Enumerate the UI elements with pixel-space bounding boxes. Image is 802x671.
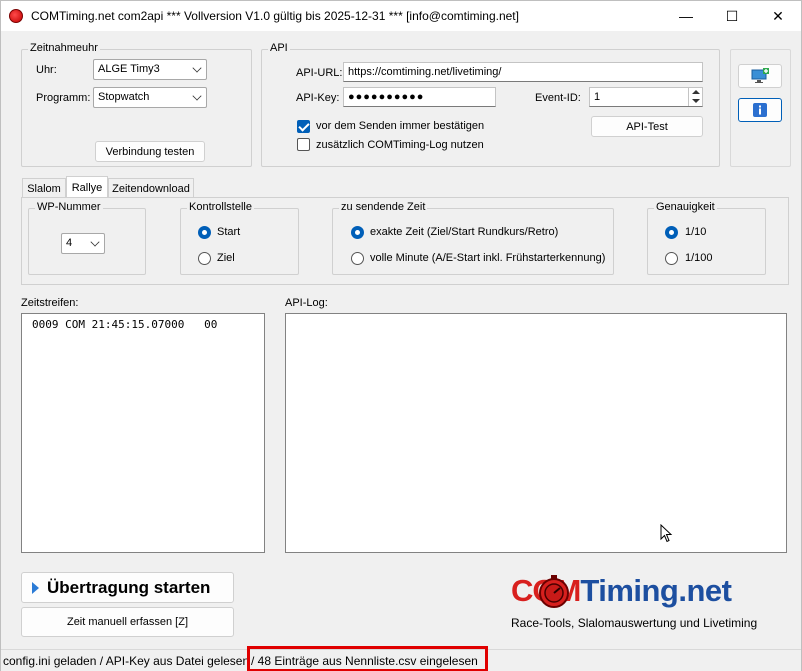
programm-select-value: Stopwatch — [98, 91, 150, 103]
genau-tenth-label: 1/10 — [685, 226, 707, 238]
genauigkeit-group: Genauigkeit — [647, 201, 766, 275]
programm-label: Programm: — [36, 92, 91, 104]
genau-hundredth-radio[interactable] — [665, 252, 678, 265]
kontrollstelle-group: Kontrollstelle — [180, 201, 299, 275]
zeit-manuell-button[interactable]: Zeit manuell erfassen [Z] — [21, 607, 234, 637]
maximize-button[interactable]: ☐ — [709, 1, 755, 31]
stopwatch-logo-icon — [539, 575, 569, 608]
zeit-exakt-radio[interactable] — [351, 226, 364, 239]
genau-tenth-radio[interactable] — [665, 226, 678, 239]
event-id-spinner[interactable] — [688, 88, 702, 106]
mouse-cursor-icon — [660, 524, 673, 543]
apilog-label: API-Log: — [285, 297, 328, 309]
app-window: COMTiming.net com2api *** Vollversion V1… — [0, 0, 802, 671]
apilog-list[interactable] — [285, 313, 787, 553]
programm-select[interactable]: Stopwatch — [93, 87, 207, 108]
zeit-minute-label: volle Minute (A/E-Start inkl. Frühstarte… — [370, 252, 606, 264]
chevron-down-icon — [192, 63, 202, 73]
maximize-icon: ☐ — [725, 7, 739, 24]
log-label: zusätzlich COMTiming-Log nutzen — [316, 139, 484, 151]
title-bar: COMTiming.net com2api *** Vollversion V1… — [1, 1, 801, 31]
uebertragung-starten-label: Übertragung starten — [47, 577, 211, 597]
minimize-button[interactable]: — — [663, 1, 709, 31]
tab-zeitendownload-label: Zeitendownload — [112, 182, 190, 195]
zeitstreifen-list[interactable]: 0009 COM 21:45:15.07000 00 — [21, 313, 265, 553]
info-icon — [753, 103, 767, 117]
kontroll-start-radio[interactable] — [198, 226, 211, 239]
monitor-add-icon — [751, 68, 769, 83]
monitor-button[interactable] — [738, 64, 782, 88]
uhr-select-value: ALGE Timy3 — [98, 63, 160, 75]
logo-timing: Timing.net — [580, 573, 732, 608]
api-url-input[interactable]: https://comtiming.net/livetiming/ — [343, 62, 703, 82]
app-icon — [9, 9, 23, 23]
event-id-label: Event-ID: — [535, 92, 581, 104]
zeitstreifen-line: 0009 COM 21:45:15.07000 00 — [32, 318, 218, 331]
zeitnahmeuhr-legend: Zeitnahmeuhr — [28, 42, 100, 54]
api-key-input[interactable]: ●●●●●●●●●● — [343, 87, 496, 107]
zeit-group: zu sendende Zeit — [332, 201, 614, 275]
kontrollstelle-legend: Kontrollstelle — [187, 201, 254, 213]
uebertragung-starten-button[interactable]: Übertragung starten — [21, 572, 234, 603]
window-title: COMTiming.net com2api *** Vollversion V1… — [31, 9, 519, 23]
verbindung-testen-button[interactable]: Verbindung testen — [95, 141, 205, 162]
wp-select[interactable]: 4 — [61, 233, 105, 254]
tab-rallye-label: Rallye — [71, 181, 103, 194]
genauigkeit-legend: Genauigkeit — [654, 201, 717, 213]
zeit-legend: zu sendende Zeit — [339, 201, 428, 213]
tab-zeitendownload[interactable]: Zeitendownload — [108, 178, 194, 198]
info-button[interactable] — [738, 98, 782, 122]
spin-up-icon[interactable] — [692, 90, 700, 94]
confirm-label: vor dem Senden immer bestätigen — [316, 120, 485, 132]
confirm-checkbox[interactable] — [297, 120, 310, 133]
close-button[interactable]: ✕ — [755, 1, 801, 31]
genau-hundredth-label: 1/100 — [685, 252, 713, 264]
comtiming-logo: COMTiming.net — [511, 573, 791, 615]
uhr-select[interactable]: ALGE Timy3 — [93, 59, 207, 80]
tab-slalom-label: Slalom — [27, 182, 61, 195]
kontroll-ziel-radio[interactable] — [198, 252, 211, 265]
logo-tagline: Race-Tools, Slalomauswertung und Livetim… — [511, 616, 758, 630]
status-highlight-box — [247, 646, 488, 671]
tab-rallye[interactable]: Rallye — [66, 176, 108, 198]
tab-slalom[interactable]: Slalom — [22, 178, 66, 198]
log-checkbox[interactable] — [297, 138, 310, 151]
status-text-config: config.ini geladen / API-Key aus Datei g… — [3, 654, 250, 668]
api-key-label: API-Key: — [296, 92, 340, 104]
chevron-down-icon — [90, 237, 100, 247]
event-id-input[interactable]: 1 — [589, 87, 703, 107]
wp-select-value: 4 — [66, 237, 73, 249]
api-url-label: API-URL: — [296, 67, 343, 79]
zeit-exakt-label: exakte Zeit (Ziel/Start Rundkurs/Retro) — [370, 226, 559, 238]
kontroll-ziel-label: Ziel — [217, 252, 235, 264]
close-icon: ✕ — [772, 7, 784, 24]
zeitstreifen-label: Zeitstreifen: — [21, 297, 79, 309]
api-test-button[interactable]: API-Test — [591, 116, 703, 137]
kontroll-start-label: Start — [217, 226, 241, 238]
zeit-minute-radio[interactable] — [351, 252, 364, 265]
api-legend: API — [268, 42, 290, 54]
event-id-value: 1 — [594, 91, 601, 103]
spin-down-icon[interactable] — [692, 99, 700, 103]
uhr-label: Uhr: — [36, 64, 57, 76]
play-icon — [32, 581, 39, 594]
wp-legend: WP-Nummer — [35, 201, 103, 213]
minimize-icon: — — [679, 8, 693, 24]
chevron-down-icon — [192, 91, 202, 101]
